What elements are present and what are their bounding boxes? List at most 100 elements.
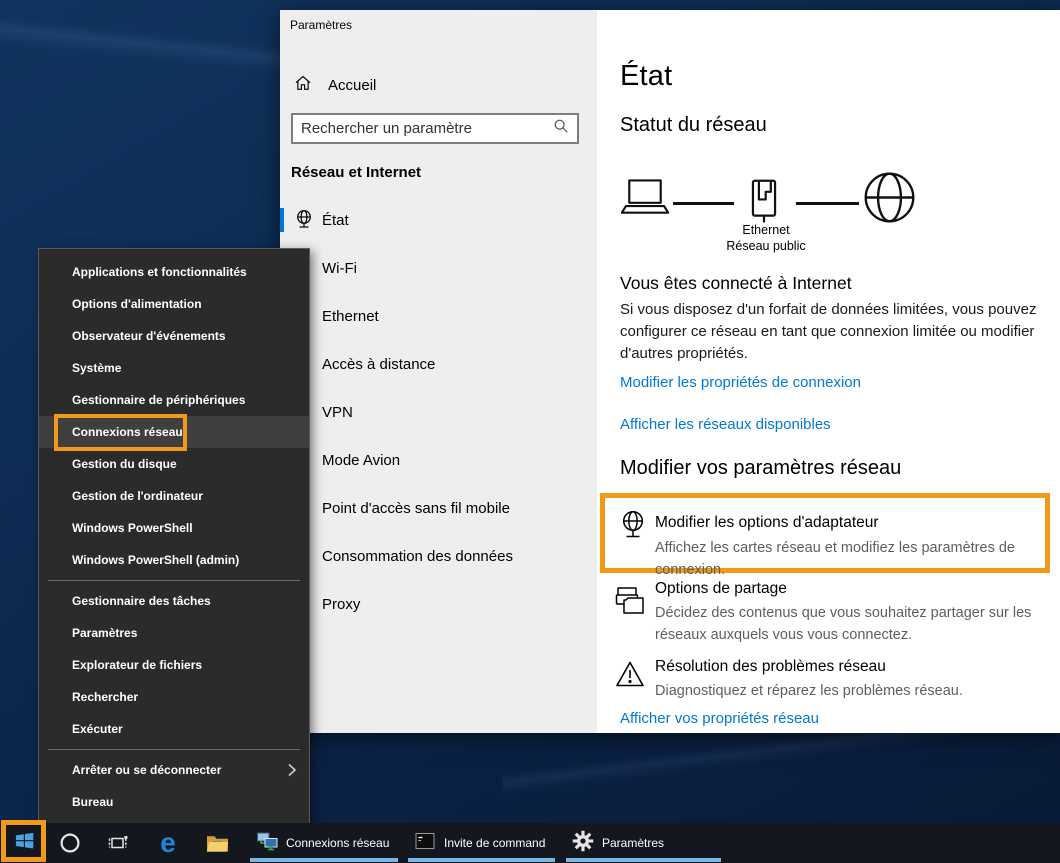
winx-item-task-manager[interactable]: Gestionnaire des tâches <box>39 585 309 617</box>
taskbar-app-label: Connexions réseau <box>286 836 389 850</box>
connected-body: Si vous disposez d'un forfait de données… <box>620 299 1060 365</box>
link-network-properties[interactable]: Afficher vos propriétés réseau <box>620 710 819 727</box>
connection-name: Ethernet <box>696 222 836 238</box>
winx-item-label: Système <box>72 361 121 375</box>
edge-browser-icon[interactable]: e <box>148 823 188 863</box>
winx-item-settings[interactable]: Paramètres <box>39 617 309 649</box>
page-title: État <box>620 60 672 93</box>
winx-item-label: Windows PowerShell (admin) <box>72 553 239 567</box>
windows-logo-icon <box>14 830 35 856</box>
diagram-connector-line <box>673 202 734 205</box>
selected-accent-bar <box>280 208 284 232</box>
sharing-options-description: Décidez des contenus que vous souhaitez … <box>655 602 1060 646</box>
taskbar-app-settings[interactable]: Paramètres <box>564 823 723 863</box>
winx-item-powershell[interactable]: Windows PowerShell <box>39 512 309 544</box>
winx-item-power-options[interactable]: Options d'alimentation <box>39 288 309 320</box>
desktop: { "window": { "title": "Paramètres" }, "… <box>0 0 1060 863</box>
sidebar-item-mode-avion[interactable]: Mode Avion <box>280 440 597 480</box>
sidebar-item-label: Ethernet <box>322 308 379 325</box>
sidebar-item-label: Point d'accès sans fil mobile <box>322 500 510 517</box>
sidebar-item-label: VPN <box>322 404 353 421</box>
sidebar-item-label: Wi-Fi <box>322 260 357 277</box>
sidebar-item-point-acces[interactable]: Point d'accès sans fil mobile <box>280 488 597 528</box>
settings-sidebar: Paramètres Accueil Réseau et Internet <box>280 10 597 733</box>
winx-item-label: Gestionnaire de périphériques <box>72 393 245 407</box>
active-app-indicator <box>408 858 555 862</box>
network-settings-heading: Modifier vos paramètres réseau <box>620 457 901 480</box>
window-title: Paramètres <box>290 18 352 32</box>
winx-item-label: Gestion de l'ordinateur <box>72 489 203 503</box>
taskbar-app-label: Paramètres <box>602 836 664 850</box>
winx-item-label: Arrêter ou se déconnecter <box>72 763 221 777</box>
winx-item-system[interactable]: Système <box>39 352 309 384</box>
sidebar-item-consommation[interactable]: Consommation des données <box>280 536 597 576</box>
winx-item-file-explorer[interactable]: Explorateur de fichiers <box>39 649 309 681</box>
winx-item-label: Explorateur de fichiers <box>72 658 202 672</box>
start-button[interactable] <box>0 823 48 863</box>
adapter-options-item[interactable]: Modifier les options d'adaptateur Affich… <box>600 493 1050 573</box>
winx-item-label: Gestionnaire des tâches <box>72 594 211 608</box>
laptop-icon <box>621 176 669 223</box>
winx-item-label: Observateur d'événements <box>72 329 226 343</box>
home-icon <box>294 74 312 97</box>
winx-item-computer-management[interactable]: Gestion de l'ordinateur <box>39 480 309 512</box>
sidebar-home-label: Accueil <box>328 77 376 94</box>
adapter-options-title: Modifier les options d'adaptateur <box>655 514 879 532</box>
sidebar-item-home[interactable]: Accueil <box>294 71 584 99</box>
task-view-icon[interactable] <box>98 823 138 863</box>
edge-glyph: e <box>160 829 176 857</box>
adapter-options-description: Affichez les cartes réseau et modifiez l… <box>655 537 1045 581</box>
winx-item-label: Connexions réseau <box>72 425 183 439</box>
network-type: Réseau public <box>696 238 836 254</box>
winx-item-event-viewer[interactable]: Observateur d'événements <box>39 320 309 352</box>
winx-item-label: Gestion du disque <box>72 457 177 471</box>
sidebar-item-vpn[interactable]: VPN <box>280 392 597 432</box>
settings-window: Paramètres Accueil Réseau et Internet <box>280 10 1060 733</box>
taskbar-app-label: Invite de command <box>444 836 545 850</box>
network-adapter-icon <box>619 510 647 542</box>
chevron-right-icon <box>287 763 297 777</box>
sidebar-item-ethernet[interactable]: Ethernet <box>280 296 597 336</box>
settings-search-box[interactable] <box>291 113 579 144</box>
connected-heading: Vous êtes connecté à Internet <box>620 273 852 294</box>
sidebar-item-label: Consommation des données <box>322 548 513 565</box>
winx-item-run[interactable]: Exécuter <box>39 713 309 745</box>
sidebar-item-acces-distance[interactable]: Accès à distance <box>280 344 597 384</box>
winx-item-network-connections[interactable]: Connexions réseau <box>39 416 309 448</box>
troubleshoot-title[interactable]: Résolution des problèmes réseau <box>655 658 886 676</box>
cortana-search-icon[interactable] <box>50 823 90 863</box>
taskbar-app-command-prompt[interactable]: Invite de command <box>406 823 557 863</box>
winx-item-desktop[interactable]: Bureau <box>39 786 309 818</box>
search-icon[interactable] <box>553 118 577 139</box>
settings-main-panel: État Statut du réseau Ethernet Réseau <box>597 10 1060 733</box>
sidebar-item-proxy[interactable]: Proxy <box>280 584 597 624</box>
diagram-connector-line <box>796 202 859 205</box>
sharing-options-icon <box>615 585 647 617</box>
winx-item-label: Bureau <box>72 795 113 809</box>
winx-item-label: Windows PowerShell <box>72 521 193 535</box>
taskbar: e Connexions réseau Invi <box>0 823 1060 863</box>
link-connection-properties[interactable]: Modifier les propriétés de connexion <box>620 374 861 391</box>
command-prompt-icon <box>414 830 436 857</box>
link-available-networks[interactable]: Afficher les réseaux disponibles <box>620 416 831 433</box>
sharing-options-title[interactable]: Options de partage <box>655 580 787 598</box>
warning-triangle-icon <box>615 660 645 688</box>
winx-item-label: Paramètres <box>72 626 137 640</box>
winx-item-label: Applications et fonctionnalités <box>72 265 247 279</box>
winx-item-label: Rechercher <box>72 690 138 704</box>
troubleshoot-description: Diagnostiquez et réparez les problèmes r… <box>655 680 1060 702</box>
sidebar-item-wifi[interactable]: Wi-Fi <box>280 248 597 288</box>
file-explorer-icon[interactable] <box>197 823 237 863</box>
winx-item-apps-features[interactable]: Applications et fonctionnalités <box>39 256 309 288</box>
active-app-indicator <box>250 858 398 862</box>
winx-item-device-manager[interactable]: Gestionnaire de périphériques <box>39 384 309 416</box>
search-input[interactable] <box>293 120 553 137</box>
winx-item-label: Exécuter <box>72 722 123 736</box>
sidebar-item-etat[interactable]: État <box>280 200 597 240</box>
taskbar-app-network-connections[interactable]: Connexions réseau <box>248 823 400 863</box>
sidebar-item-label: Mode Avion <box>322 452 400 469</box>
winx-item-search[interactable]: Rechercher <box>39 681 309 713</box>
winx-item-disk-management[interactable]: Gestion du disque <box>39 448 309 480</box>
winx-item-shutdown[interactable]: Arrêter ou se déconnecter <box>39 754 309 786</box>
winx-item-powershell-admin[interactable]: Windows PowerShell (admin) <box>39 544 309 576</box>
